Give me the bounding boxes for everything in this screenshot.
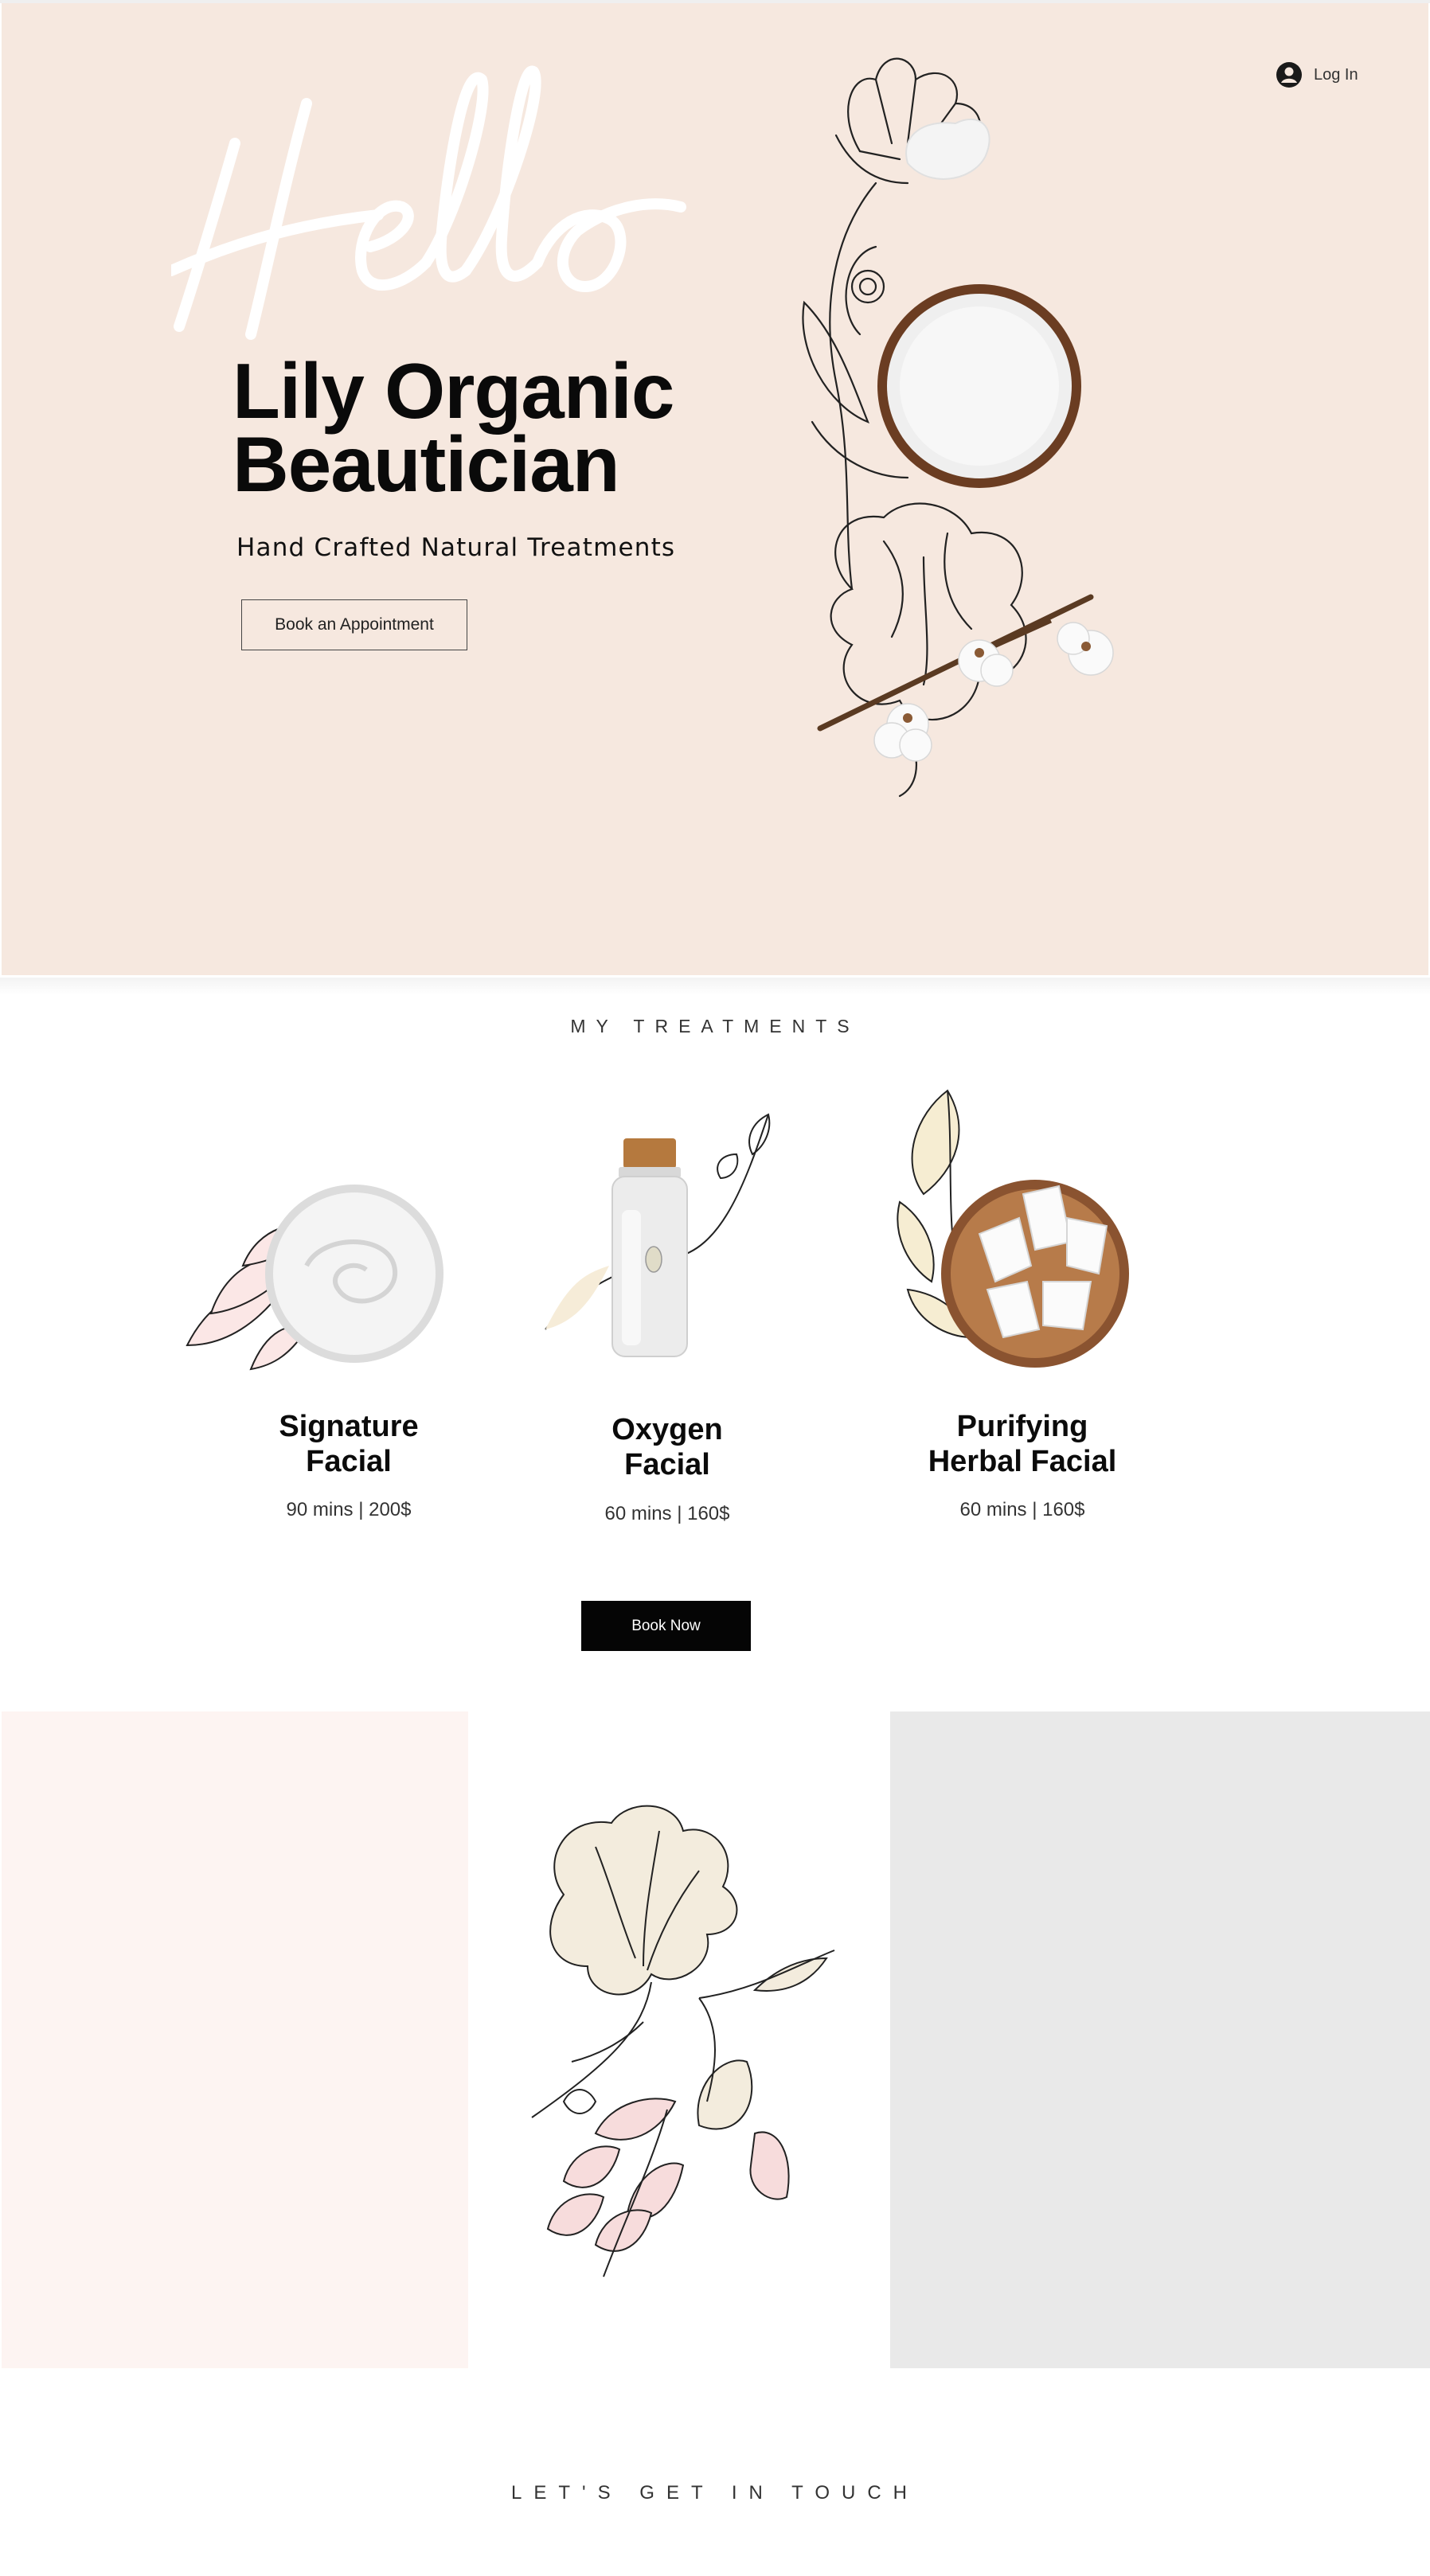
oil-bottle-icon [545, 1113, 771, 1357]
treatment-details-signature: 90 mins | 200$ [286, 1499, 412, 1520]
treatment-name-line: Herbal Facial [928, 1445, 1117, 1478]
botanical-coconut-illustration [802, 57, 1114, 798]
section-divider [0, 978, 1430, 995]
treatment-name-line: Purifying [956, 1410, 1088, 1443]
treatment-name-line: Facial [306, 1445, 392, 1478]
title-line-1: Lily Organic [232, 347, 674, 435]
book-now-button[interactable]: Book Now [581, 1601, 751, 1651]
treatment-name-line: Signature [279, 1410, 419, 1443]
page-title: Lily Organic Beautician [232, 347, 674, 508]
login-label: Log In [1314, 65, 1358, 84]
book-appointment-button[interactable]: Book an Appointment [241, 599, 467, 650]
top-divider [0, 0, 1430, 3]
treatment-name-line: Facial [624, 1448, 710, 1481]
coconut-bowl-icon [897, 1089, 1129, 1368]
treatment-name-line: Oxygen [611, 1413, 723, 1446]
treatment-name-purifying: Purifying Herbal Facial [855, 1409, 1190, 1479]
pink-panel [2, 1711, 468, 2368]
hello-script-decoration [171, 65, 686, 340]
illustration-panel [468, 1711, 890, 2368]
cream-jar-icon [186, 1185, 443, 1371]
treatment-name-oxygen: Oxygen Facial [500, 1412, 834, 1482]
treatment-details-purifying: 60 mins | 160$ [959, 1499, 1085, 1520]
title-line-2: Beautician [232, 420, 620, 508]
user-avatar-icon [1276, 62, 1302, 88]
peony-illustration [531, 1805, 835, 2277]
treatments-section-title: MY TREATMENTS [570, 1016, 860, 1036]
grey-panel [890, 1711, 1430, 2368]
treatment-name-signature: Signature Facial [182, 1409, 516, 1479]
treatment-details-oxygen: 60 mins | 160$ [604, 1503, 730, 1524]
hero-subtitle: Hand Crafted Natural Treatments [236, 533, 676, 562]
login-button[interactable]: Log In [1276, 59, 1358, 91]
contact-section-title: LET'S GET IN TOUCH [511, 2482, 919, 2504]
